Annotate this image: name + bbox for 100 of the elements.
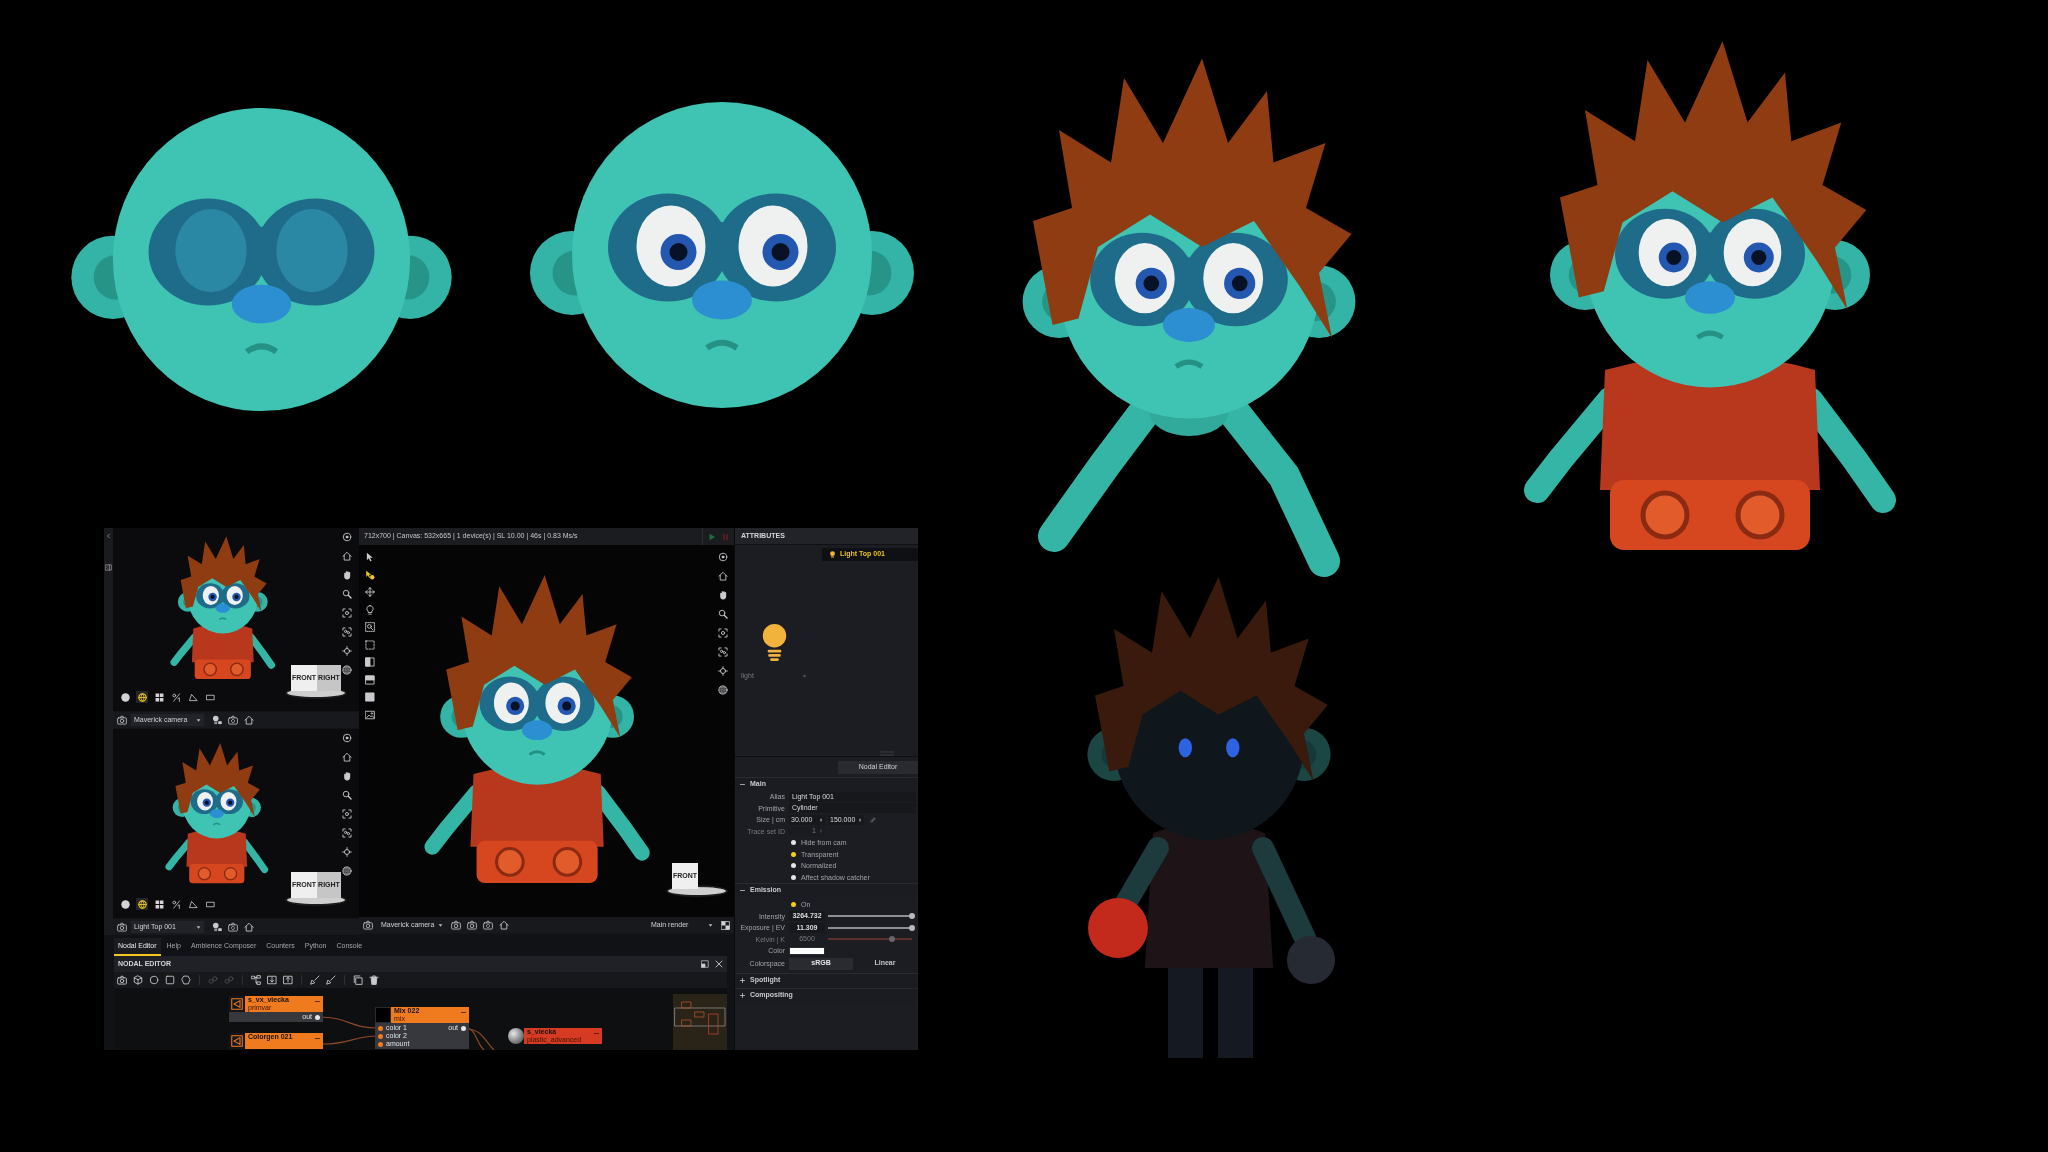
cube-icon[interactable]	[133, 975, 143, 985]
camera-icon[interactable]	[363, 920, 373, 930]
display-mode-button[interactable]	[153, 898, 165, 910]
slider-thumb[interactable]	[909, 913, 915, 920]
import-icon[interactable]	[267, 975, 277, 985]
target-icon[interactable]	[718, 552, 728, 562]
light-icon[interactable]	[212, 715, 222, 725]
display-mode-button[interactable]	[136, 691, 148, 703]
slider-track[interactable]	[828, 926, 912, 929]
hand-icon[interactable]	[718, 590, 728, 600]
home-icon[interactable]	[718, 571, 728, 581]
play-icon[interactable]	[708, 532, 716, 541]
orbit-icon[interactable]	[342, 646, 352, 656]
grid-sphere-icon[interactable]	[718, 685, 728, 695]
trash-icon[interactable]	[369, 975, 379, 985]
image-icon[interactable]	[365, 709, 375, 720]
color-swatch[interactable]	[789, 946, 825, 955]
radio-button[interactable]	[791, 840, 796, 846]
marquee-icon[interactable]	[365, 639, 375, 650]
brush-icon[interactable]	[310, 975, 320, 985]
split-view-icon[interactable]	[365, 657, 375, 667]
display-mode-button[interactable]	[187, 898, 199, 910]
display-mode-button[interactable]	[119, 898, 131, 910]
display-mode-button[interactable]	[153, 691, 165, 703]
frame-all-icon[interactable]	[342, 627, 352, 637]
grid-sphere-icon[interactable]	[342, 866, 352, 876]
maximize-icon[interactable]	[701, 960, 709, 968]
frame-icon[interactable]	[342, 809, 352, 819]
camera-icon[interactable]	[117, 922, 127, 932]
search-icon[interactable]	[342, 790, 352, 800]
collapse-icon[interactable]	[461, 1010, 466, 1015]
split-view-icon[interactable]	[365, 674, 375, 685]
orbit-icon[interactable]	[342, 847, 352, 857]
sphere-icon	[120, 899, 130, 909]
brush-icon[interactable]	[326, 975, 336, 985]
hand-icon[interactable]	[342, 771, 352, 781]
radio-button[interactable]	[791, 902, 796, 908]
frame-icon[interactable]	[718, 628, 728, 638]
spinner-icon[interactable]	[858, 816, 862, 823]
home-icon[interactable]	[244, 715, 254, 725]
slider-thumb[interactable]	[909, 924, 915, 931]
link-icon[interactable]	[870, 816, 876, 823]
move-icon[interactable]	[365, 587, 375, 597]
hand-icon[interactable]	[342, 570, 352, 580]
camera-icon[interactable]	[228, 715, 238, 725]
camera-icon[interactable]	[117, 975, 127, 985]
cursor-brush-icon[interactable]	[365, 569, 375, 580]
display-mode-button[interactable]	[170, 898, 182, 910]
home-icon[interactable]	[499, 920, 509, 930]
home-icon[interactable]	[342, 551, 352, 561]
caret-icon	[438, 922, 443, 928]
square-icon[interactable]	[165, 975, 175, 985]
target-icon[interactable]	[342, 532, 352, 542]
radio-button[interactable]	[791, 851, 796, 857]
radio-button[interactable]	[791, 874, 796, 880]
home-icon[interactable]	[244, 922, 254, 932]
rectangle-icon	[205, 692, 215, 702]
triangle-icon	[188, 692, 198, 702]
search-icon[interactable]	[718, 609, 728, 619]
checker-icon[interactable]	[721, 920, 730, 930]
close-icon[interactable]	[715, 960, 723, 968]
spinner-icon[interactable]	[819, 816, 823, 823]
camera-icon[interactable]	[467, 920, 477, 930]
collapse-icon[interactable]	[594, 1031, 599, 1036]
zoom-icon[interactable]	[365, 622, 375, 632]
camera-icon[interactable]	[228, 922, 238, 932]
grid-sphere-icon[interactable]	[342, 665, 352, 675]
orbit-icon[interactable]	[718, 666, 728, 676]
slider-track[interactable]	[828, 915, 912, 918]
circle-icon[interactable]	[149, 975, 159, 985]
slider-track[interactable]	[828, 938, 912, 941]
panel-icon[interactable]	[105, 564, 112, 571]
light-icon[interactable]	[212, 922, 222, 932]
drag-handle-icon[interactable]	[880, 751, 894, 756]
polygon-icon[interactable]	[181, 975, 191, 985]
display-mode-button[interactable]	[170, 691, 182, 703]
socket-icon[interactable]	[461, 1025, 466, 1031]
frame-icon[interactable]	[342, 608, 352, 618]
display-mode-button[interactable]	[119, 691, 131, 703]
square-icon[interactable]	[365, 692, 375, 702]
hierarchy-icon[interactable]	[251, 975, 261, 985]
bulb-icon[interactable]	[365, 604, 375, 615]
frame-all-icon[interactable]	[342, 828, 352, 838]
camera-icon[interactable]	[117, 715, 127, 725]
cursor-icon[interactable]	[365, 552, 375, 562]
home-icon[interactable]	[342, 752, 352, 762]
radio-button[interactable]	[791, 863, 796, 869]
display-mode-button[interactable]	[136, 898, 148, 910]
frame-all-icon[interactable]	[718, 647, 728, 657]
collapse-icon[interactable]	[315, 1036, 320, 1041]
camera-icon[interactable]	[483, 920, 493, 930]
export-icon[interactable]	[283, 975, 293, 985]
globe-icon	[137, 899, 147, 909]
search-icon[interactable]	[342, 589, 352, 599]
copy-icon[interactable]	[353, 975, 363, 985]
target-icon[interactable]	[342, 733, 352, 743]
display-mode-button[interactable]	[187, 691, 199, 703]
collapse-icon[interactable]	[315, 999, 320, 1004]
socket-icon[interactable]	[315, 1014, 320, 1020]
camera-icon[interactable]	[451, 920, 461, 930]
